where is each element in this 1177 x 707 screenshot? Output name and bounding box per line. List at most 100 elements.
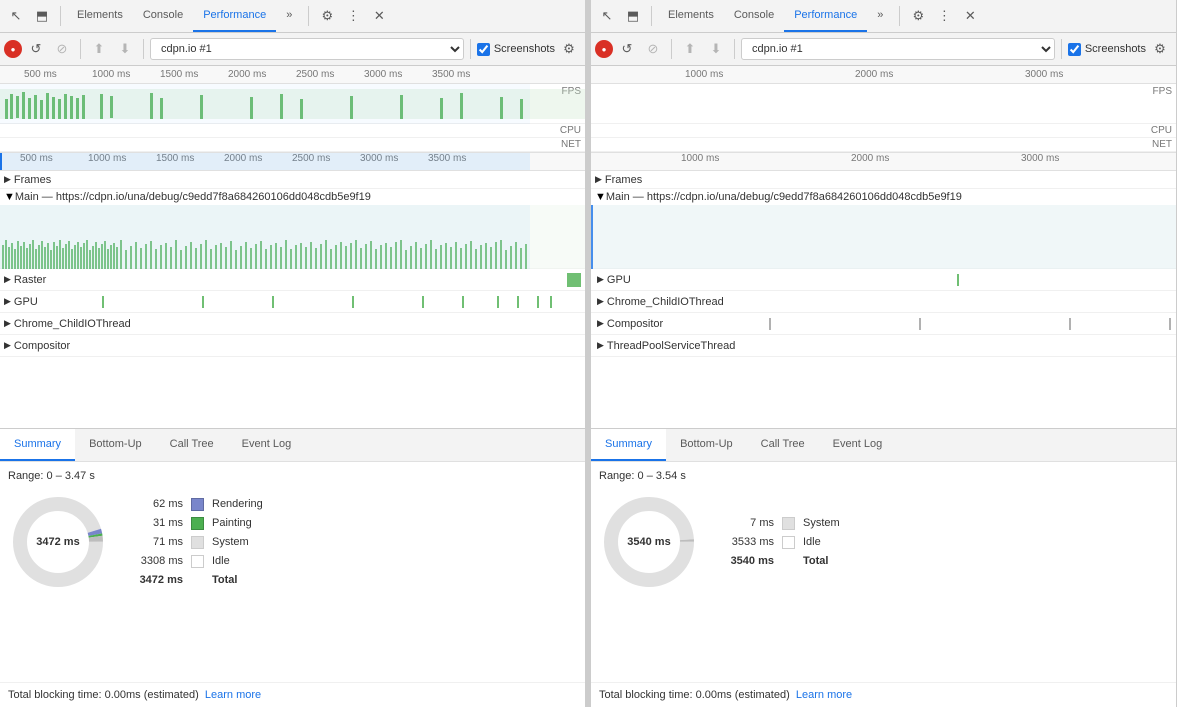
dock-icon-right[interactable]: ⬒ [621,4,645,28]
tick-2000-left: 2000 ms [228,69,266,80]
controls-divider [80,39,81,59]
tick-500-left: 500 ms [24,69,57,80]
left-metrics-area: FPS [0,84,585,153]
upload-button-right[interactable]: ⬆ [678,37,702,61]
gear-icon-left[interactable]: ⚙ [315,4,339,28]
gpu-track-right: ▶ GPU [591,269,1176,291]
child-io-track-left: ▶ Chrome_ChildIOThread [0,313,585,335]
gear-icon-right[interactable]: ⚙ [906,4,930,28]
main-label-left[interactable]: ▼ Main — https://cdpn.io/una/debug/c9edd… [4,191,371,203]
range-text-left: Range: 0 – 3.47 s [8,470,577,482]
frames-track-right: ▶ Frames [591,171,1176,189]
upload-button-left[interactable]: ⬆ [87,37,111,61]
tick-1500-left: 1500 ms [160,69,198,80]
summary-tab-summary-right[interactable]: Summary [591,429,666,461]
tab-performance-left[interactable]: Performance [193,0,276,32]
child-io-label-right[interactable]: ▶ Chrome_ChildIOThread [591,296,730,308]
right-controls: ● ↺ ⊘ ⬆ ⬇ cdpn.io #1 Screenshots ⚙ [591,33,1176,66]
summary-tab-calltree-right[interactable]: Call Tree [747,429,819,461]
frames-label-left[interactable]: ▶ Frames [0,172,55,188]
dock-icon[interactable]: ⬒ [30,4,54,28]
raster-content-left [50,269,585,290]
tab-elements-left[interactable]: Elements [67,0,133,32]
main-label-right[interactable]: ▼ Main — https://cdpn.io/una/debug/c9edd… [595,191,962,203]
url-select-right[interactable]: cdpn.io #1 [741,38,1055,60]
frames-label-right[interactable]: ▶ Frames [591,172,646,188]
controls-divider-3 [470,39,471,59]
gpu-label-right[interactable]: ▶ GPU [591,274,637,286]
learn-more-link-left[interactable]: Learn more [205,689,261,701]
tab-more-right[interactable]: » [867,0,893,32]
toolbar-divider-2-right [899,6,900,26]
gpu-label-left[interactable]: ▶ GPU [0,294,42,310]
summary-tab-summary-left[interactable]: Summary [0,429,75,461]
left-summary-content: Range: 0 – 3.47 s 3472 ms [0,462,585,682]
painting-color-left [191,517,204,530]
idle-value-left: 3308 ms [128,555,183,567]
reload-button-left[interactable]: ↺ [24,37,48,61]
summary-tab-bottomup-right[interactable]: Bottom-Up [666,429,747,461]
cursor-icon-right[interactable]: ↖ [595,4,619,28]
download-button-right[interactable]: ⬇ [704,37,728,61]
child-io-text-left: Chrome_ChildIOThread [14,318,131,330]
screenshots-toggle-right[interactable]: Screenshots [1068,43,1146,56]
threadpool-label-right[interactable]: ▶ ThreadPoolServiceThread [591,340,741,352]
controls-divider-right [671,39,672,59]
stop-button-right[interactable]: ⊘ [641,37,665,61]
screenshots-toggle-left[interactable]: Screenshots [477,43,555,56]
learn-more-link-right[interactable]: Learn more [796,689,852,701]
download-button-left[interactable]: ⬇ [113,37,137,61]
record-button-left[interactable]: ● [4,40,22,58]
close-icon-left[interactable]: ✕ [367,4,391,28]
child-io-content-right [730,291,1176,313]
toolbar-divider-right [651,6,652,26]
tab-console-left[interactable]: Console [133,0,193,32]
raster-track-left: ▶ Raster [0,269,585,291]
child-io-label-left[interactable]: ▶ Chrome_ChildIOThread [0,316,135,332]
screenshots-checkbox-right[interactable] [1068,43,1081,56]
reload-button-right[interactable]: ↺ [615,37,639,61]
child-io-arrow-right: ▶ [597,296,604,307]
summary-tab-eventlog-left[interactable]: Event Log [228,429,306,461]
tab-performance-right[interactable]: Performance [784,0,867,32]
main-text-right: Main — https://cdpn.io/una/debug/c9edd7f… [606,191,962,203]
blocking-text-left: Total blocking time: 0.00ms (estimated) [8,689,199,701]
threadpool-content-right [741,335,1176,357]
tab-console-right[interactable]: Console [724,0,784,32]
summary-tab-bottomup-left[interactable]: Bottom-Up [75,429,156,461]
right-overview-ruler: 1000 ms 2000 ms 3000 ms [591,66,1176,84]
compositor-label-left[interactable]: ▶ Compositor [0,338,74,354]
tab-elements-right[interactable]: Elements [658,0,724,32]
left-summary-area: Summary Bottom-Up Call Tree Event Log Ra… [0,428,585,707]
compositor-label-right[interactable]: ▶ Compositor [591,318,669,330]
total-name-left: Total [212,574,237,586]
stop-button-left[interactable]: ⊘ [50,37,74,61]
summary-tab-calltree-left[interactable]: Call Tree [156,429,228,461]
total-spacer-left [191,574,204,587]
close-icon-right[interactable]: ✕ [958,4,982,28]
controls-divider-2-right [734,39,735,59]
tab-more-left[interactable]: » [276,0,302,32]
rendering-value-left: 62 ms [128,498,183,510]
total-name-right: Total [803,555,828,567]
tick-3000-left: 3000 ms [364,69,402,80]
legend-item-system-right: 7 ms System [719,517,840,530]
summary-tab-eventlog-right[interactable]: Event Log [819,429,897,461]
frames-arrow-right: ▶ [595,174,602,185]
tick-2000-right: 2000 ms [855,69,893,80]
settings-icon-left[interactable]: ⚙ [557,37,581,61]
main-text-left: Main — https://cdpn.io/una/debug/c9edd7f… [15,191,371,203]
compositor-content-left [74,335,585,356]
cursor-icon[interactable]: ↖ [4,4,28,28]
legend-item-painting-left: 31 ms Painting [128,517,263,530]
more-icon-left[interactable]: ⋮ [341,4,365,28]
screenshots-checkbox-left[interactable] [477,43,490,56]
more-icon-right[interactable]: ⋮ [932,4,956,28]
record-button-right[interactable]: ● [595,40,613,58]
legend-left: 62 ms Rendering 31 ms Painting 71 ms Sys… [128,498,263,587]
blocking-text-right: Total blocking time: 0.00ms (estimated) [599,689,790,701]
settings-icon-right[interactable]: ⚙ [1148,37,1172,61]
raster-text-left: Raster [14,274,46,286]
url-select-left[interactable]: cdpn.io #1 [150,38,464,60]
raster-label-left[interactable]: ▶ Raster [0,272,50,288]
